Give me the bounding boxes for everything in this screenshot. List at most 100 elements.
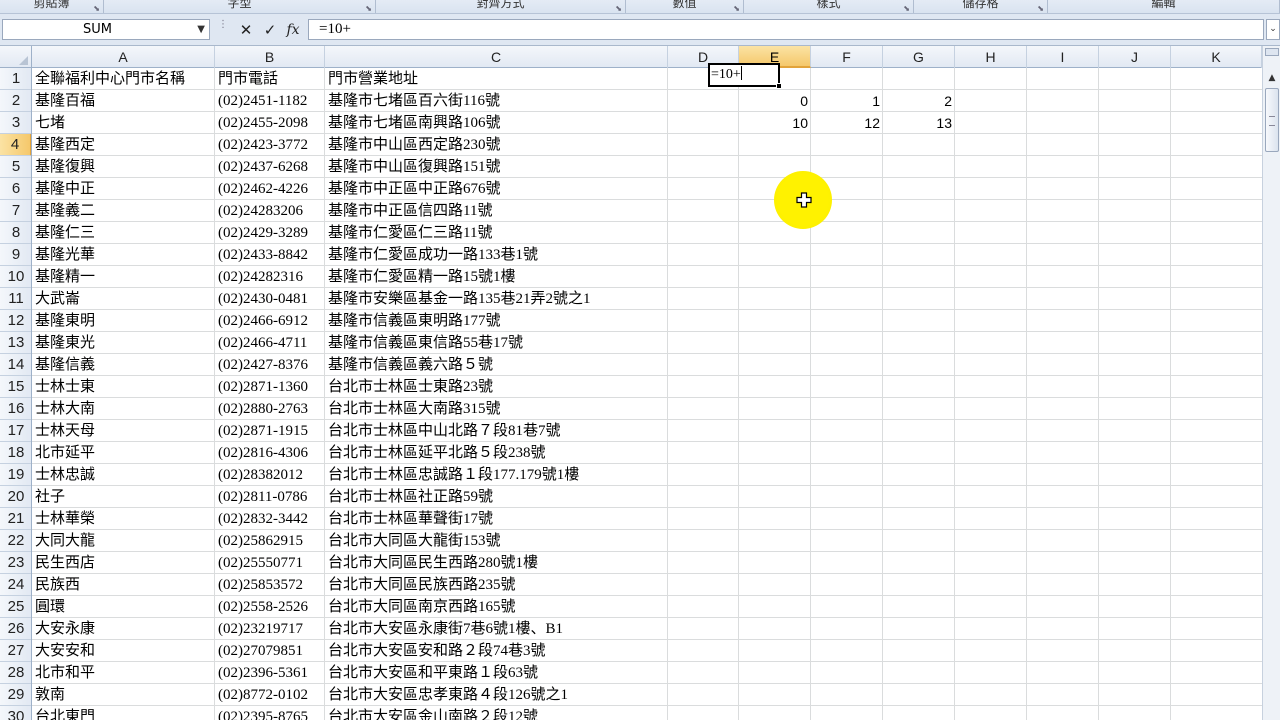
- row-header[interactable]: 8: [0, 222, 31, 244]
- cell-b23[interactable]: (02)25550771: [215, 552, 325, 574]
- cell-b12[interactable]: (02)2466-6912: [215, 310, 325, 332]
- cell-c20[interactable]: 台北市士林區社正路59號: [325, 486, 668, 508]
- cell-c10[interactable]: 基隆市仁愛區精一路15號1樓: [325, 266, 668, 288]
- formula-input[interactable]: =10+: [308, 19, 1264, 40]
- row-header[interactable]: 11: [0, 288, 31, 310]
- cell-c7[interactable]: 基隆市中正區信四路11號: [325, 200, 668, 222]
- cell-b29[interactable]: (02)8772-0102: [215, 684, 325, 706]
- cell-c22[interactable]: 台北市大同區大龍街153號: [325, 530, 668, 552]
- row-header[interactable]: 30: [0, 706, 31, 720]
- cell-b7[interactable]: (02)24283206: [215, 200, 325, 222]
- cell-b15[interactable]: (02)2871-1360: [215, 376, 325, 398]
- cell-b25[interactable]: (02)2558-2526: [215, 596, 325, 618]
- cell-b26[interactable]: (02)23219717: [215, 618, 325, 640]
- cell-c17[interactable]: 台北市士林區中山北路７段81巷7號: [325, 420, 668, 442]
- cancel-formula-button[interactable]: ✕: [236, 20, 256, 40]
- scroll-thumb[interactable]: [1265, 88, 1279, 152]
- dialog-launcher-icon[interactable]: ⬊: [903, 0, 910, 13]
- cell-a20[interactable]: 社子: [32, 486, 215, 508]
- row-header[interactable]: 26: [0, 618, 31, 640]
- row-header[interactable]: 16: [0, 398, 31, 420]
- resize-grip-icon[interactable]: ⋮: [218, 20, 228, 37]
- cell-a12[interactable]: 基隆東明: [32, 310, 215, 332]
- cell-c6[interactable]: 基隆市中正區中正路676號: [325, 178, 668, 200]
- row-header[interactable]: 10: [0, 266, 31, 288]
- row-header[interactable]: 9: [0, 244, 31, 266]
- column-header-c[interactable]: C: [325, 46, 668, 68]
- cell-a17[interactable]: 士林天母: [32, 420, 215, 442]
- fill-handle[interactable]: [776, 83, 782, 89]
- cell-f2[interactable]: 1: [811, 90, 883, 112]
- cell-a24[interactable]: 民族西: [32, 574, 215, 596]
- cell-c4[interactable]: 基隆市中山區西定路230號: [325, 134, 668, 156]
- column-header-b[interactable]: B: [215, 46, 325, 68]
- cell-a23[interactable]: 民生西店: [32, 552, 215, 574]
- column-header-k[interactable]: K: [1171, 46, 1262, 68]
- cell-c12[interactable]: 基隆市信義區東明路177號: [325, 310, 668, 332]
- cell-c8[interactable]: 基隆市仁愛區仁三路11號: [325, 222, 668, 244]
- cell-c15[interactable]: 台北市士林區士東路23號: [325, 376, 668, 398]
- cell-b22[interactable]: (02)25862915: [215, 530, 325, 552]
- cell-a27[interactable]: 大安安和: [32, 640, 215, 662]
- column-header-a[interactable]: A: [32, 46, 215, 68]
- row-header[interactable]: 27: [0, 640, 31, 662]
- cell-a18[interactable]: 北市延平: [32, 442, 215, 464]
- cell-b16[interactable]: (02)2880-2763: [215, 398, 325, 420]
- cell-c14[interactable]: 基隆市信義區義六路５號: [325, 354, 668, 376]
- enter-formula-button[interactable]: ✓: [260, 20, 280, 40]
- row-header[interactable]: 24: [0, 574, 31, 596]
- insert-function-button[interactable]: fx: [283, 20, 303, 40]
- column-header-f[interactable]: F: [811, 46, 883, 68]
- cell-c3[interactable]: 基隆市七堵區南興路106號: [325, 112, 668, 134]
- vertical-scrollbar[interactable]: ▲: [1262, 46, 1280, 720]
- cell-c25[interactable]: 台北市大同區南京西路165號: [325, 596, 668, 618]
- row-header[interactable]: 14: [0, 354, 31, 376]
- cell-c29[interactable]: 台北市大安區忠孝東路４段126號之1: [325, 684, 668, 706]
- worksheet-grid[interactable]: 全聯福利中心門市名稱 門市電話 門市營業地址 基隆百福 (02)2451-1182 基隆市…: [32, 68, 1262, 720]
- column-header-j[interactable]: J: [1099, 46, 1171, 68]
- cell-b6[interactable]: (02)2462-4226: [215, 178, 325, 200]
- dialog-launcher-icon[interactable]: ⬊: [733, 0, 740, 13]
- dialog-launcher-icon[interactable]: ⬊: [365, 0, 372, 13]
- dialog-launcher-icon[interactable]: ⬊: [1037, 0, 1044, 13]
- cell-c26[interactable]: 台北市大安區永康街7巷6號1樓、B1: [325, 618, 668, 640]
- cell-f3[interactable]: 12: [811, 112, 883, 134]
- cell-c18[interactable]: 台北市士林區延平北路５段238號: [325, 442, 668, 464]
- cell-c24[interactable]: 台北市大同區民族西路235號: [325, 574, 668, 596]
- row-header[interactable]: 17: [0, 420, 31, 442]
- row-header[interactable]: 13: [0, 332, 31, 354]
- cell-c30[interactable]: 台北市大安區金山南路２段12號: [325, 706, 668, 720]
- cell-b17[interactable]: (02)2871-1915: [215, 420, 325, 442]
- cell-b3[interactable]: (02)2455-2098: [215, 112, 325, 134]
- row-header[interactable]: 25: [0, 596, 31, 618]
- cell-c13[interactable]: 基隆市信義區東信路55巷17號: [325, 332, 668, 354]
- cell-c21[interactable]: 台北市士林區華聲街17號: [325, 508, 668, 530]
- cell-a21[interactable]: 士林華榮: [32, 508, 215, 530]
- cell-a8[interactable]: 基隆仁三: [32, 222, 215, 244]
- cell-a28[interactable]: 北市和平: [32, 662, 215, 684]
- cell-a14[interactable]: 基隆信義: [32, 354, 215, 376]
- cell-a26[interactable]: 大安永康: [32, 618, 215, 640]
- cell-b5[interactable]: (02)2437-6268: [215, 156, 325, 178]
- row-header[interactable]: 15: [0, 376, 31, 398]
- select-all-button[interactable]: [0, 46, 32, 68]
- cell-a7[interactable]: 基隆義二: [32, 200, 215, 222]
- cell-c28[interactable]: 台北市大安區和平東路１段63號: [325, 662, 668, 684]
- row-header[interactable]: 7: [0, 200, 31, 222]
- row-header[interactable]: 20: [0, 486, 31, 508]
- row-header[interactable]: 5: [0, 156, 31, 178]
- name-box[interactable]: SUM ▼: [2, 19, 210, 40]
- cell-a25[interactable]: 圓環: [32, 596, 215, 618]
- cell-b14[interactable]: (02)2427-8376: [215, 354, 325, 376]
- row-header[interactable]: 3: [0, 112, 31, 134]
- cell-c27[interactable]: 台北市大安區安和路２段74巷3號: [325, 640, 668, 662]
- split-box[interactable]: [1265, 48, 1279, 56]
- row-header[interactable]: 18: [0, 442, 31, 464]
- cell-a2[interactable]: 基隆百福: [32, 90, 215, 112]
- cell-b13[interactable]: (02)2466-4711: [215, 332, 325, 354]
- cell-a16[interactable]: 士林大南: [32, 398, 215, 420]
- row-header[interactable]: 6: [0, 178, 31, 200]
- cell-c19[interactable]: 台北市士林區忠誠路１段177.179號1樓: [325, 464, 668, 486]
- cell-a22[interactable]: 大同大龍: [32, 530, 215, 552]
- cell-b10[interactable]: (02)24282316: [215, 266, 325, 288]
